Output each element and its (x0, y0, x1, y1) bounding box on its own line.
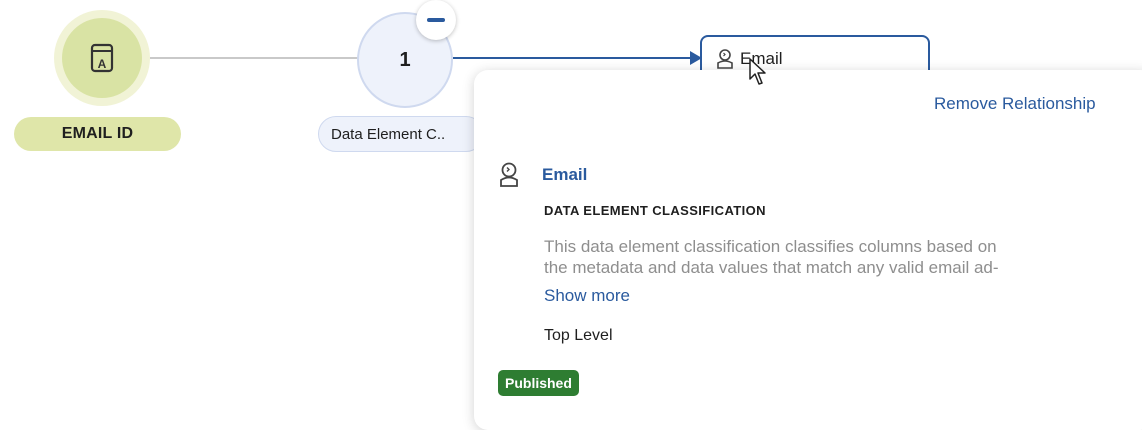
connector-line-right (453, 57, 693, 59)
status-badge: Published (498, 370, 579, 396)
remove-relationship-link[interactable]: Remove Relationship (934, 94, 1096, 114)
address-book-icon: A (90, 43, 114, 73)
relationship-popover: Remove Relationship Email DATA ELEMENT C… (474, 70, 1142, 430)
classification-person-icon (500, 162, 518, 187)
email-id-node-inner: A (62, 18, 142, 98)
popover-title-row: Email (498, 162, 587, 188)
data-element-class-pill[interactable]: Data Element C.. (318, 116, 484, 152)
popover-description: This data element classification classif… (544, 236, 1124, 278)
hierarchy-level: Top Level (544, 327, 613, 344)
popover-title-link[interactable]: Email (542, 165, 587, 185)
connector-line-left (150, 57, 359, 59)
collapse-button[interactable] (416, 0, 456, 40)
email-id-label-pill[interactable]: EMAIL ID (14, 117, 181, 151)
description-line-2: the metadata and data values that match … (544, 258, 999, 277)
email-id-node[interactable]: A (54, 10, 150, 106)
minus-icon (427, 18, 445, 22)
mouse-pointer-icon (749, 58, 766, 85)
classification-person-icon (717, 49, 733, 69)
show-more-link[interactable]: Show more (544, 286, 630, 306)
description-line-1: This data element classification classif… (544, 237, 997, 256)
popover-asset-type: DATA ELEMENT CLASSIFICATION (544, 203, 766, 218)
svg-text:A: A (98, 57, 107, 71)
